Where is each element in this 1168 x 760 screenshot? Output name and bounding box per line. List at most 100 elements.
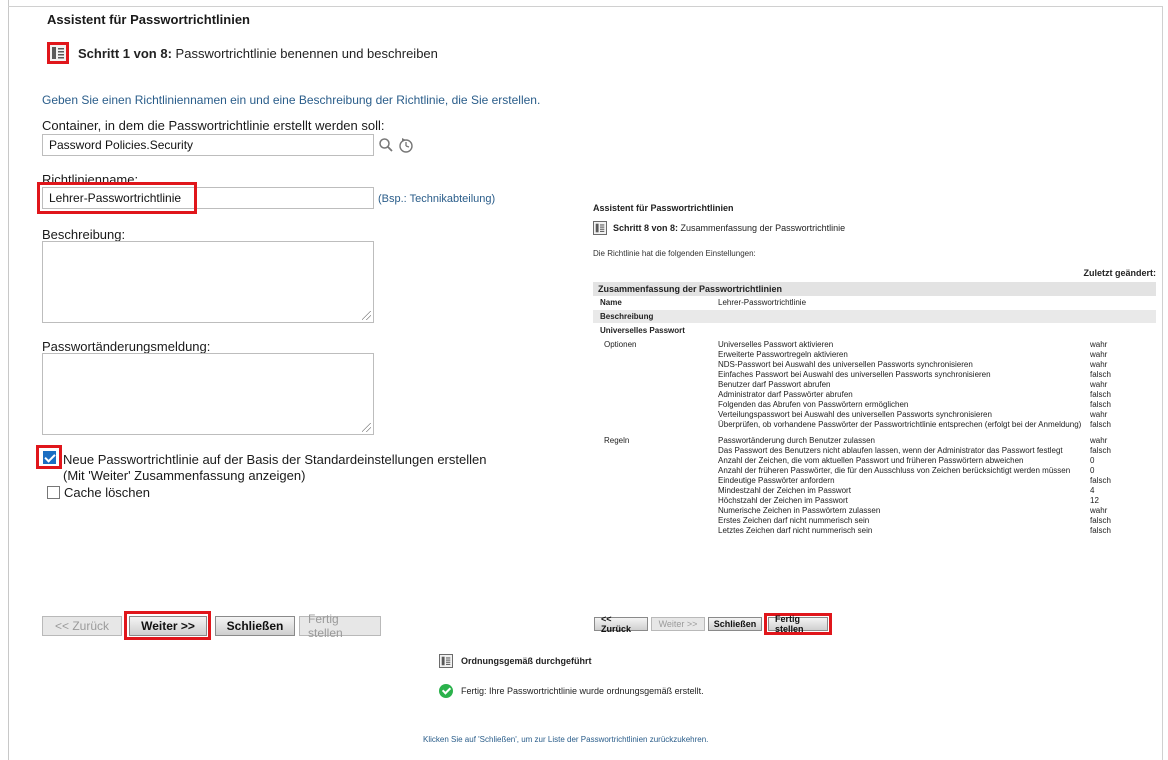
summary-rule-row: Eindeutige Passwörter anfordern falsch	[718, 476, 1156, 486]
result-message-row: Fertig: Ihre Passwortrichtlinie wurde or…	[439, 684, 704, 698]
summary-option-text: Einfaches Passwort bei Auswahl des unive…	[718, 370, 991, 379]
summary-table-header: Zusammenfassung der Passwortrichtlinien	[593, 282, 1156, 296]
summary-rule-row: Numerische Zeichen in Passwörtern zulass…	[718, 506, 1156, 516]
back-button[interactable]: << Zurück	[42, 616, 122, 636]
summary-option-value: falsch	[1090, 390, 1111, 399]
description-label: Beschreibung:	[42, 227, 126, 242]
summary-rule-row: Passwortänderung durch Benutzer zulassen…	[718, 436, 1156, 446]
summary-option-text: Administrator darf Passwörter abrufen	[718, 390, 853, 399]
summary-option-row: Universelles Passwort aktivieren wahr	[718, 340, 1156, 350]
change-message-label: Passwortänderungsmeldung:	[42, 339, 211, 354]
summary-step-number: Schritt 8 von 8:	[613, 223, 679, 233]
history-icon[interactable]	[397, 136, 415, 159]
step-title: Passwortrichtlinie benennen und beschrei…	[175, 45, 438, 61]
container-input[interactable]: Password Policies.Security	[42, 134, 374, 156]
summary-rule-value: 12	[1090, 496, 1099, 505]
result-header: Ordnungsgemäß durchgeführt	[439, 654, 592, 668]
summary-rule-row: Das Passwort des Benutzers nicht ablaufe…	[718, 446, 1156, 456]
summary-option-value: wahr	[1090, 380, 1108, 389]
summary-option-value: falsch	[1090, 400, 1111, 409]
summary-options-key: Optionen	[604, 340, 637, 349]
summary-rule-row: Erstes Zeichen darf nicht nummerisch sei…	[718, 516, 1156, 526]
summary-options-group: Optionen Universelles Passwort aktiviere…	[593, 340, 1156, 430]
summary-rule-text: Numerische Zeichen in Passwörtern zulass…	[718, 506, 881, 515]
summary-option-row: Benutzer darf Passwort abrufen wahr	[718, 380, 1156, 390]
frame-top-border	[8, 6, 1163, 7]
summary-rule-value: 4	[1090, 486, 1095, 495]
summary-rule-value: 0	[1090, 456, 1095, 465]
summary-option-value: wahr	[1090, 340, 1108, 349]
summary-rule-value: falsch	[1090, 476, 1111, 485]
default-settings-checkbox[interactable]	[43, 451, 56, 464]
summary-step-title: Zusammenfassung der Passwortrichtlinie	[680, 223, 846, 233]
clear-cache-checkbox[interactable]	[47, 486, 60, 499]
frame-right-border	[1162, 6, 1163, 760]
summary-rule-text: Mindestzahl der Zeichen im Passwort	[718, 486, 851, 495]
summary-option-text: NDS-Passwort bei Auswahl des universelle…	[718, 360, 973, 369]
summary-rule-value: wahr	[1090, 436, 1108, 445]
summary-option-text: Verteilungspasswort bei Auswahl des univ…	[718, 410, 992, 419]
summary-name-key: Name	[600, 298, 622, 307]
summary-rule-value: falsch	[1090, 516, 1111, 525]
summary-option-row: Einfaches Passwort bei Auswahl des unive…	[718, 370, 1156, 380]
summary-option-text: Überprüfen, ob vorhandene Passwörter der…	[718, 420, 1082, 429]
summary-option-row: Verteilungspasswort bei Auswahl des univ…	[718, 410, 1156, 420]
summary-rule-text: Letztes Zeichen darf nicht nummerisch se…	[718, 526, 873, 535]
close-hint: Klicken Sie auf 'Schließen', um zur List…	[423, 735, 709, 744]
next-button[interactable]: Weiter >>	[129, 616, 207, 636]
result-title: Ordnungsgemäß durchgeführt	[461, 656, 592, 666]
wizard-step-icon	[593, 221, 607, 235]
summary-rules-group: Regeln Passwortänderung durch Benutzer z…	[593, 436, 1156, 536]
summary-rule-value: falsch	[1090, 526, 1111, 535]
summary-finish-button[interactable]: Fertig stellen	[768, 614, 828, 634]
summary-rule-text: Höchstzahl der Zeichen im Passwort	[718, 496, 848, 505]
clear-cache-label: Cache löschen	[64, 485, 150, 500]
summary-option-text: Benutzer darf Passwort abrufen	[718, 380, 831, 389]
description-textarea[interactable]	[42, 241, 374, 323]
summary-wizard-title: Assistent für Passwortrichtlinien	[593, 203, 734, 213]
summary-name-row: Name Lehrer-Passwortrichtlinie	[593, 296, 1156, 309]
summary-universal-key: Universelles Passwort	[593, 324, 1156, 337]
default-settings-sublabel: (Mit 'Weiter' Zusammenfassung anzeigen)	[63, 468, 306, 483]
change-message-textarea[interactable]	[42, 353, 374, 435]
wizard-step-icon	[439, 654, 453, 668]
summary-hint: Die Richtlinie hat die folgenden Einstel…	[593, 249, 756, 258]
summary-option-text: Folgenden das Abrufen von Passwörtern er…	[718, 400, 909, 409]
intro-hint: Geben Sie einen Richtliniennamen ein und…	[42, 93, 541, 107]
summary-rule-value: falsch	[1090, 446, 1111, 455]
resize-grip-icon[interactable]	[362, 311, 371, 320]
container-label: Container, in dem die Passwortrichtlinie…	[42, 118, 385, 133]
result-message: Fertig: Ihre Passwortrichtlinie wurde or…	[461, 686, 704, 696]
summary-back-button[interactable]: << Zurück	[594, 614, 648, 634]
finish-button[interactable]: Fertig stellen	[299, 612, 381, 640]
summary-step-header: Schritt 8 von 8: Zusammenfassung der Pas…	[593, 221, 845, 235]
resize-grip-icon[interactable]	[362, 423, 371, 432]
policy-name-highlight	[37, 182, 197, 214]
frame-left-border	[8, 0, 9, 760]
summary-option-row: Überprüfen, ob vorhandene Passwörter der…	[718, 420, 1156, 430]
summary-rule-value: 0	[1090, 466, 1095, 475]
summary-rule-text: Erstes Zeichen darf nicht nummerisch sei…	[718, 516, 870, 525]
summary-next-button[interactable]: Weiter >>	[651, 617, 705, 631]
summary-rule-text: Anzahl der Zeichen, die vom aktuellen Pa…	[718, 456, 1024, 465]
summary-rule-row: Anzahl der früheren Passwörter, die für …	[718, 466, 1156, 476]
summary-rule-row: Letztes Zeichen darf nicht nummerisch se…	[718, 526, 1156, 536]
summary-rules-key: Regeln	[604, 436, 630, 445]
policy-name-example: (Bsp.: Technikabteilung)	[378, 193, 496, 205]
summary-option-row: Administrator darf Passwörter abrufen fal…	[718, 390, 1156, 400]
summary-rule-text: Passwortänderung durch Benutzer zulassen	[718, 436, 875, 445]
summary-rule-row: Höchstzahl der Zeichen im Passwort 12	[718, 496, 1156, 506]
summary-close-button[interactable]: Schließen	[708, 617, 762, 631]
summary-rule-text: Das Passwort des Benutzers nicht ablaufe…	[718, 446, 1063, 455]
summary-option-text: Erweiterte Passwortregeln aktivieren	[718, 350, 848, 359]
summary-rule-text: Anzahl der früheren Passwörter, die für …	[718, 466, 1071, 475]
search-icon[interactable]	[378, 137, 394, 158]
wizard-title: Assistent für Passwortrichtlinien	[47, 12, 250, 27]
summary-rule-text: Eindeutige Passwörter anfordern	[718, 476, 835, 485]
summary-option-value: wahr	[1090, 360, 1108, 369]
summary-option-row: Erweiterte Passwortregeln aktivieren wahr	[718, 350, 1156, 360]
summary-option-row: Folgenden das Abrufen von Passwörtern er…	[718, 400, 1156, 410]
close-button[interactable]: Schließen	[215, 616, 295, 636]
check-circle-icon	[439, 684, 453, 698]
summary-option-text: Universelles Passwort aktivieren	[718, 340, 834, 349]
